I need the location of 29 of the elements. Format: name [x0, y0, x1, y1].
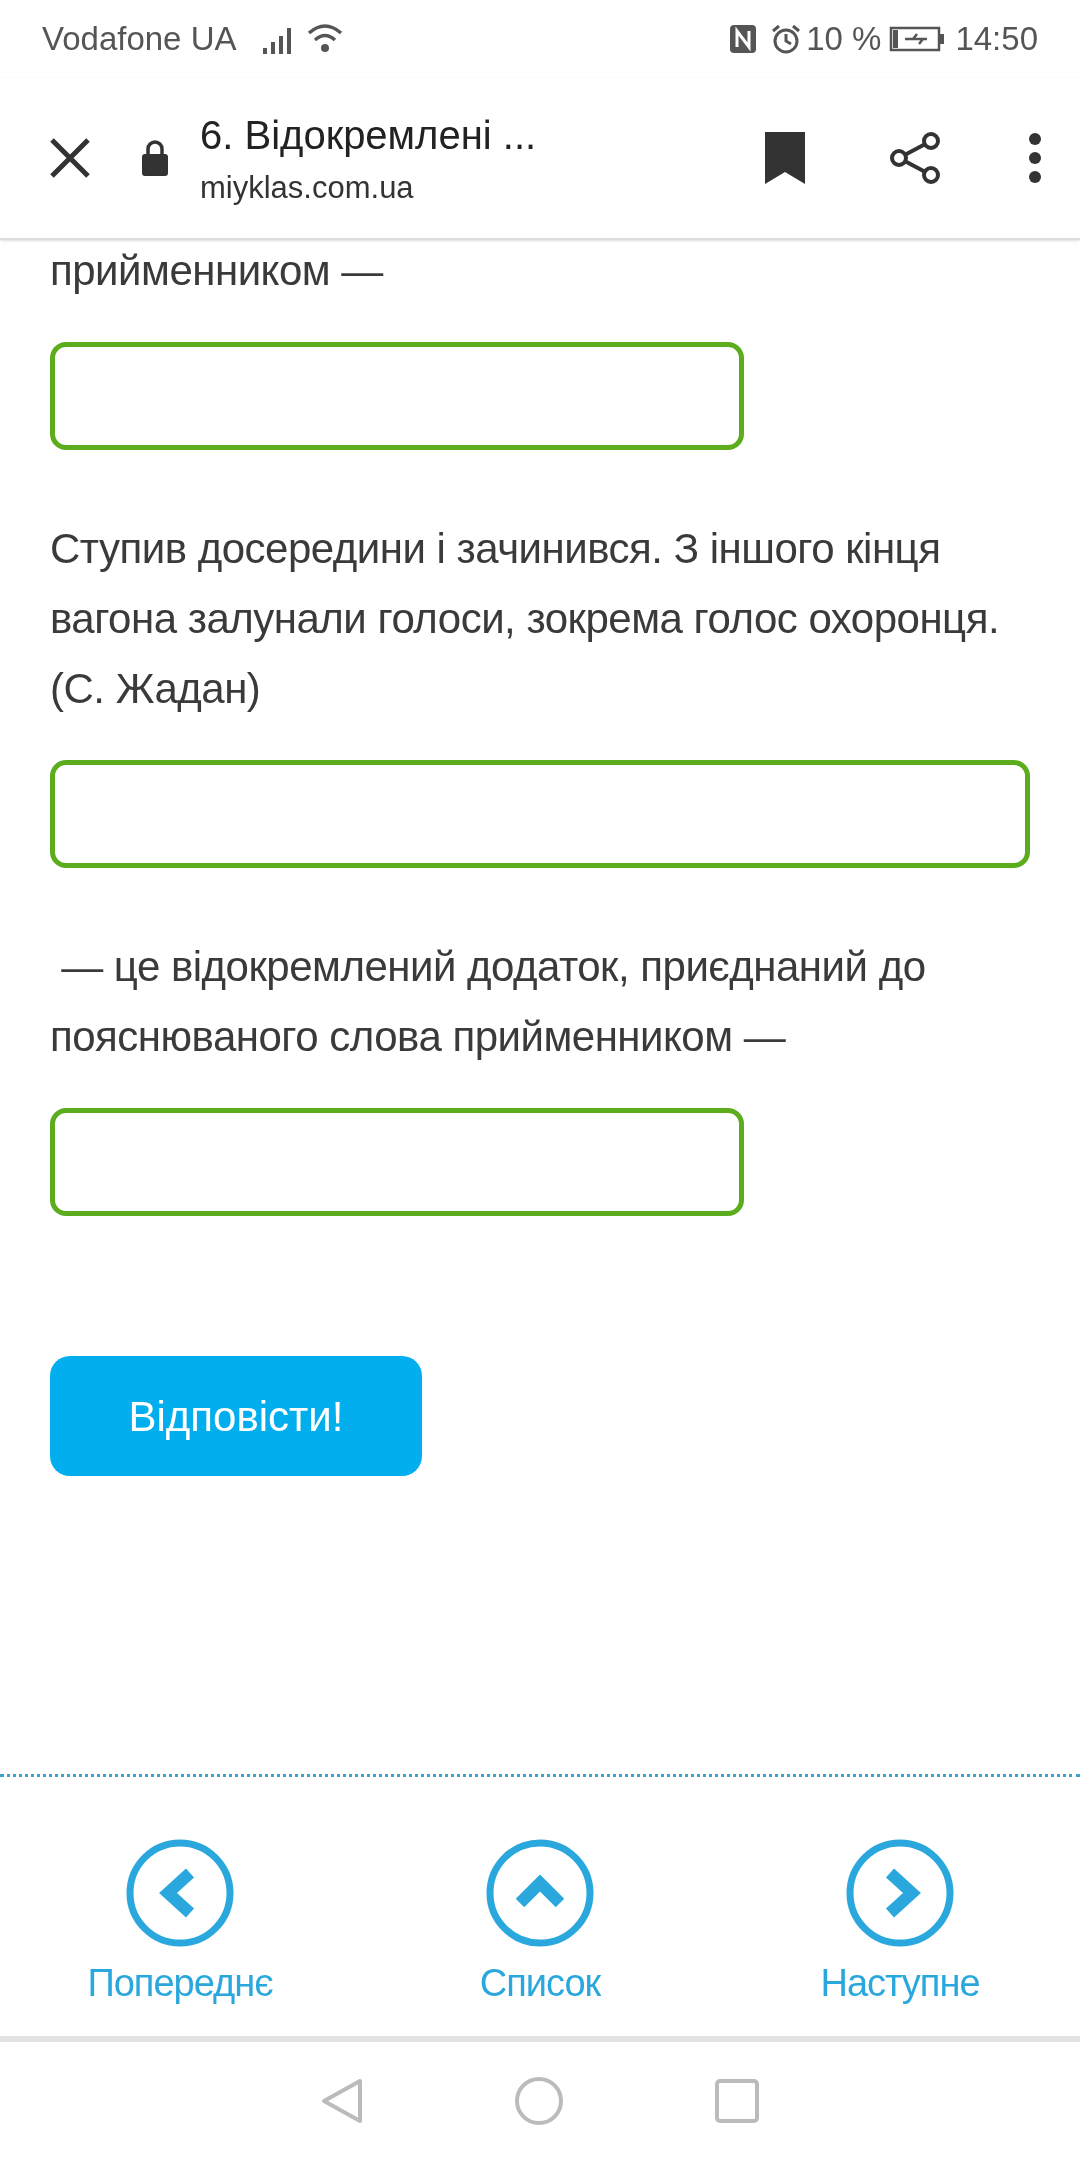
share-icon: [887, 130, 943, 186]
pager-link[interactable]: Попереднє: [0, 1837, 360, 2012]
answer-field[interactable]: [50, 342, 744, 450]
chevron-right-circle-icon: [844, 1837, 956, 1949]
submit-button[interactable]: Відповісти!: [50, 1356, 422, 1476]
back-nav-icon[interactable]: [320, 2077, 364, 2125]
home-nav-icon[interactable]: [514, 2076, 564, 2126]
exercise-text: прийменником —: [50, 246, 385, 296]
alarm-icon: [770, 23, 803, 55]
battery-percent: 10 %: [806, 19, 882, 60]
pager-link[interactable]: Список: [360, 1837, 720, 2012]
recents-nav-icon[interactable]: [714, 2078, 760, 2124]
bookmark-icon: [763, 130, 807, 186]
nfc-icon: [728, 23, 759, 55]
page-url: miyklas.com.ua: [200, 168, 415, 207]
chevron-up-circle-icon: [484, 1837, 596, 1949]
more-icon: [1028, 132, 1042, 184]
battery-charging-icon: [889, 25, 946, 53]
answer-field[interactable]: [50, 760, 1030, 868]
close-icon: [48, 136, 92, 180]
carrier-name: Vodafone UA: [42, 19, 237, 60]
lock-icon: [140, 139, 170, 177]
chevron-left-circle-icon: [124, 1837, 236, 1949]
clock-time: 14:50: [955, 19, 1038, 60]
exercise-text: — це відокремлений додаток, приєднаний до пояснюваного слова прийменником —: [50, 942, 927, 1062]
exercise-text: Ступив досередини і зачинився. З іншого кінця вагона залунали голоси, зокрема голос охоронця. (С. Жадан): [50, 524, 1001, 714]
answer-field[interactable]: [50, 1108, 744, 1216]
pager-link[interactable]: Наступне: [720, 1837, 1080, 2012]
page-title: 6. Відокремлені ...: [200, 111, 538, 159]
